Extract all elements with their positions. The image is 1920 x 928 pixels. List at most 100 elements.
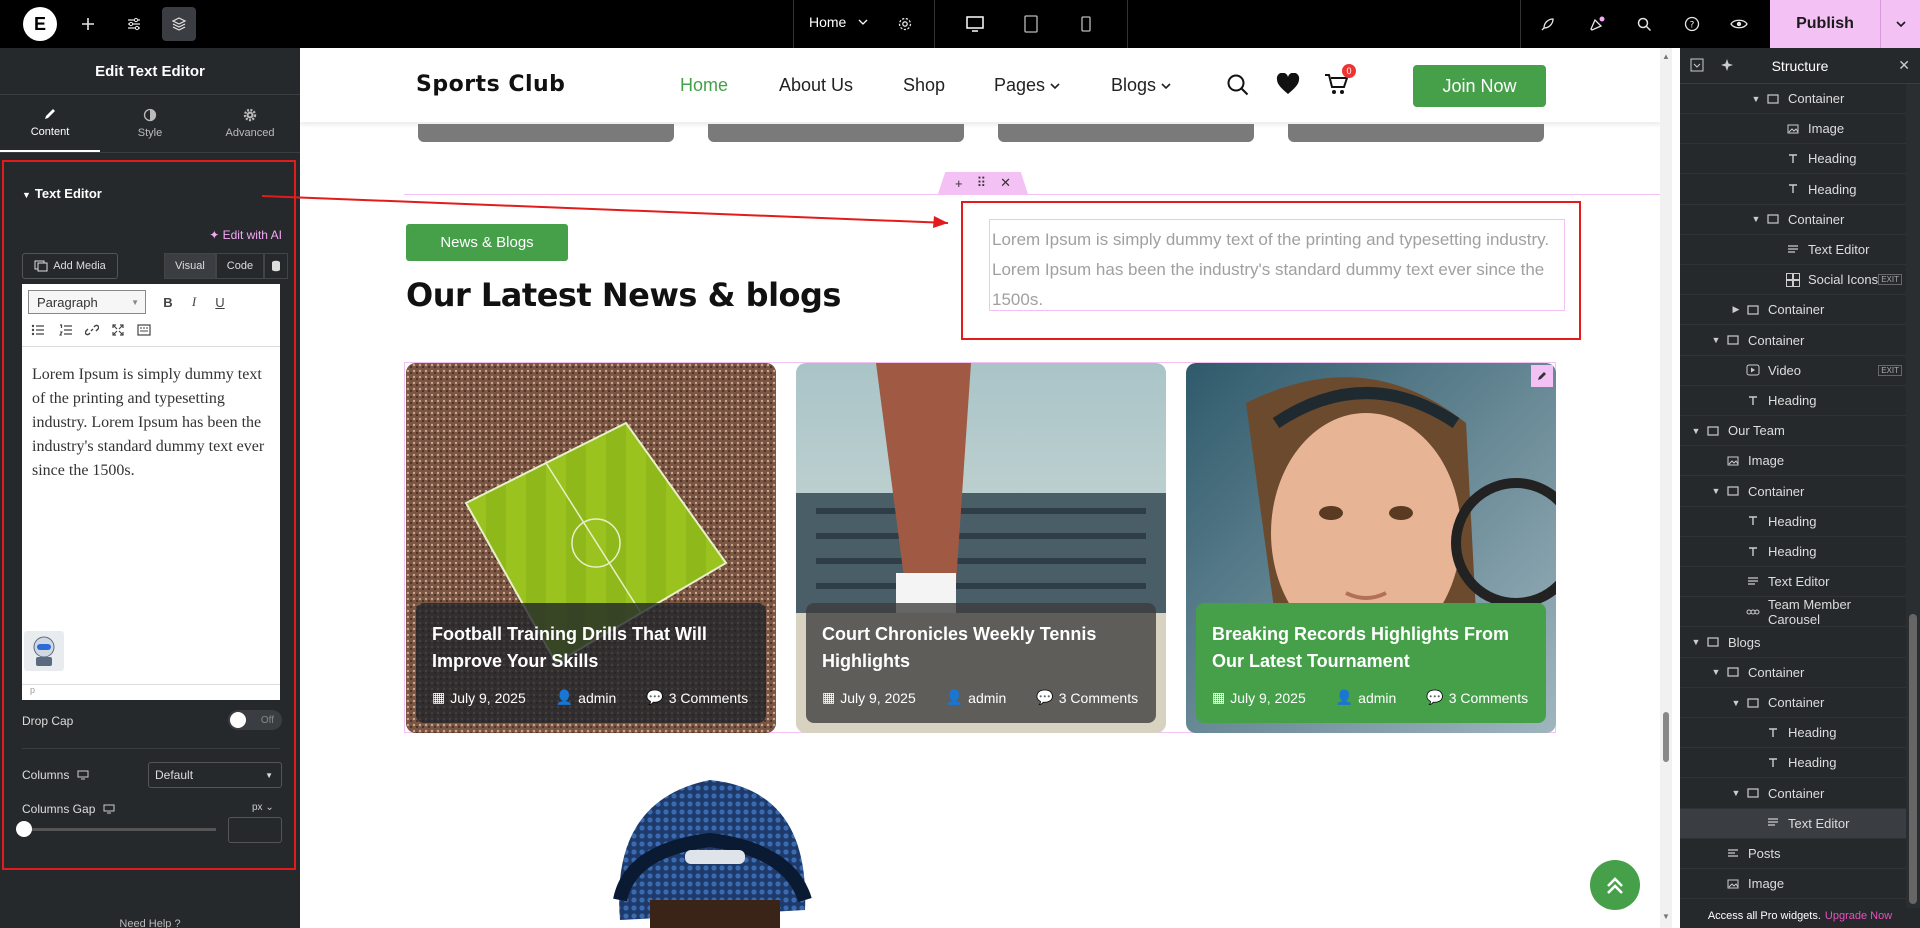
paragraph-select[interactable]: Paragraph ▼ [28,290,146,314]
structure-item[interactable]: Heading [1680,718,1906,749]
caret-down-icon[interactable]: ▼ [1690,637,1702,647]
structure-item[interactable]: Text Editor [1680,235,1906,265]
caret-down-icon[interactable]: ▼ [1730,698,1742,708]
caret-down-icon[interactable]: ▼ [1710,486,1722,496]
structure-item[interactable]: Posts [1680,839,1906,869]
blog-card[interactable]: Court Chronicles Weekly Tennis Highlight… [796,363,1166,733]
database-icon[interactable] [264,253,289,279]
structure-item[interactable]: Text Editor [1680,567,1906,598]
tab-advanced[interactable]: Advanced [200,95,300,152]
structure-item[interactable]: ▼ Container [1680,688,1906,718]
structure-item[interactable]: Heading [1680,175,1906,205]
blog-card[interactable]: Breaking Records Highlights From Our Lat… [1186,363,1556,733]
post-comments[interactable]: 💬 3 Comments [1426,689,1528,706]
add-section-icon[interactable]: + [955,176,963,191]
blog-card[interactable]: Football Training Drills That Will Impro… [406,363,776,733]
wishlist-heart-icon[interactable] [1276,73,1300,95]
edit-widget-pencil-icon[interactable] [1531,365,1553,387]
section-toggle-text-editor[interactable]: ▼ Text Editor [22,186,102,201]
underline-icon[interactable]: U [210,292,230,312]
add-media-button[interactable]: Add Media [22,253,118,279]
edit-with-ai-button[interactable]: ✦ Edit with AI [209,228,282,242]
help-icon[interactable]: ? [1675,7,1709,41]
need-help-link[interactable]: Need Help ? [0,918,300,928]
search-icon[interactable] [1627,7,1661,41]
link-icon[interactable] [82,320,102,340]
structure-item[interactable]: Heading [1680,507,1906,537]
responsive-desktop-icon[interactable] [77,770,89,780]
post-author[interactable]: 👤 admin [556,689,617,706]
slider-handle[interactable] [16,821,32,837]
elementor-logo-icon[interactable]: E [23,7,57,41]
code-tab[interactable]: Code [215,253,265,279]
structure-item[interactable]: ▼ Container [1680,326,1906,356]
drop-cap-toggle[interactable]: Off [228,710,282,730]
columns-gap-input[interactable] [228,817,282,843]
settings-sliders-icon[interactable] [117,7,151,41]
upgrade-now-link[interactable]: Upgrade Now [1825,910,1892,922]
launchpad-rocket-icon[interactable] [1531,7,1565,41]
post-comments[interactable]: 💬 3 Comments [1036,689,1138,706]
toolbar-toggle-icon[interactable] [134,320,154,340]
structure-item[interactable]: ▶ Container [1680,295,1906,326]
desktop-view-icon[interactable] [958,7,992,41]
caret-down-icon[interactable]: ▼ [1750,94,1762,104]
preview-eye-icon[interactable] [1722,7,1756,41]
structure-item[interactable]: Heading [1680,537,1906,567]
tab-style[interactable]: Style [100,95,200,152]
page-settings-gear-icon[interactable] [888,7,922,41]
post-author[interactable]: 👤 admin [946,689,1007,706]
structure-item[interactable]: Heading [1680,748,1906,779]
close-icon[interactable]: ✕ [1898,57,1910,74]
product-button-strip[interactable] [1288,124,1544,142]
add-element-icon[interactable] [71,7,105,41]
structure-item[interactable]: Image [1680,869,1906,900]
fullscreen-icon[interactable] [108,320,128,340]
page-select[interactable]: Home [809,14,868,30]
visual-tab[interactable]: Visual [164,253,216,279]
nav-blogs[interactable]: Blogs [1111,75,1172,96]
site-logo[interactable]: Sports Club [416,72,565,97]
whats-new-icon[interactable] [1580,7,1614,41]
caret-down-icon[interactable]: ▼ [1690,426,1702,436]
blog-card-title[interactable]: Court Chronicles Weekly Tennis Highlight… [822,621,1140,675]
post-comments[interactable]: 💬 3 Comments [646,689,748,706]
structure-item[interactable]: ▼ Container [1680,84,1906,114]
product-button-strip[interactable] [418,124,674,142]
publish-button[interactable]: Publish [1770,0,1880,48]
structure-item[interactable]: Heading [1680,144,1906,175]
post-author[interactable]: 👤 admin [1336,689,1397,706]
caret-right-icon[interactable]: ▶ [1730,304,1742,315]
caret-down-icon[interactable]: ▼ [1730,788,1742,798]
structure-layers-icon[interactable] [162,7,196,41]
canvas-scrollbar-thumb[interactable] [1663,712,1669,762]
nav-pages[interactable]: Pages [994,75,1061,96]
tablet-view-icon[interactable] [1014,7,1048,41]
italic-icon[interactable]: I [184,292,204,312]
caret-down-icon[interactable]: ▼ [1750,214,1762,224]
structure-item[interactable]: ▼ Container [1680,205,1906,235]
nav-home[interactable]: Home [680,75,728,96]
scroll-down-arrow-icon[interactable]: ▼ [1660,912,1672,921]
blog-card-title[interactable]: Breaking Records Highlights From Our Lat… [1212,621,1530,675]
drag-handle-icon[interactable]: ⠿ [977,175,987,191]
bullet-list-icon[interactable] [28,320,48,340]
blog-card-title[interactable]: Football Training Drills That Will Impro… [432,621,750,675]
structure-item[interactable]: Text Editor [1680,808,1906,839]
tab-content[interactable]: Content [0,95,100,152]
columns-select[interactable]: Default ▼ [148,762,282,788]
mobile-view-icon[interactable] [1069,7,1103,41]
structure-item[interactable]: Heading [1680,386,1906,416]
structure-item[interactable]: ▼ Container [1680,477,1906,507]
numbered-list-icon[interactable] [56,320,76,340]
nav-about-us[interactable]: About Us [779,75,853,96]
bold-icon[interactable]: B [158,292,178,312]
structure-item[interactable]: ▼ Our Team [1680,416,1906,447]
scroll-to-top-button[interactable] [1590,860,1640,910]
search-icon[interactable] [1226,73,1250,97]
nav-shop[interactable]: Shop [903,75,945,96]
responsive-desktop-icon[interactable] [103,804,115,814]
structure-item[interactable]: Team Member Carousel [1680,597,1906,628]
product-button-strip[interactable] [708,124,964,142]
structure-item[interactable]: Image [1680,114,1906,145]
